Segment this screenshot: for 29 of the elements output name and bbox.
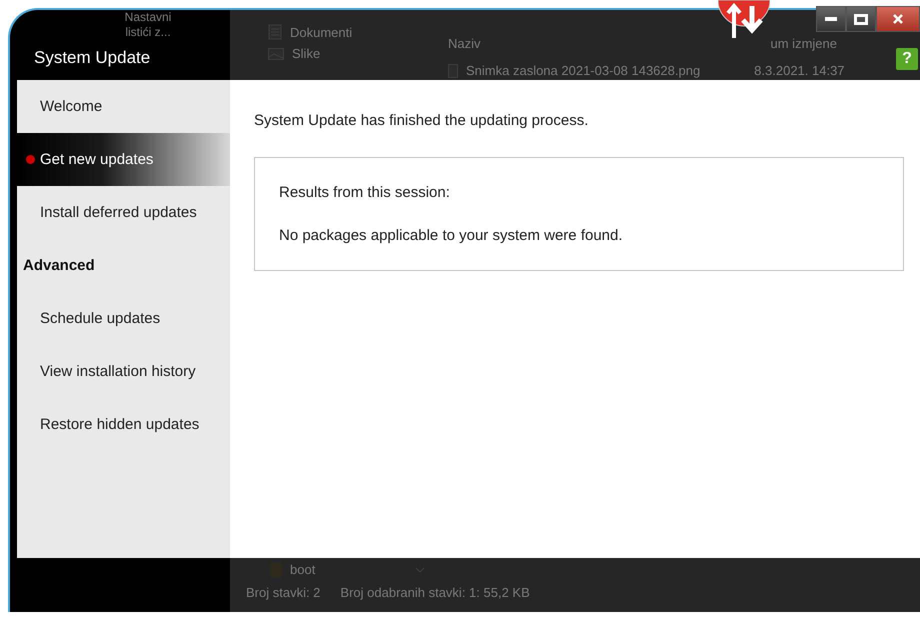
minimize-icon: [825, 17, 837, 21]
results-title: Results from this session:: [279, 184, 451, 201]
status-text: Broj stavki: 2: [246, 585, 320, 600]
file-name[interactable]: Snimka zaslona 2021-03-08 143628.png: [466, 63, 700, 78]
folder-label: Nastavni listići z...: [124, 10, 172, 40]
status-text: Broj odabranih stavki: 1: 55,2 KB: [340, 585, 530, 600]
sidebar-item[interactable]: Install deferred updates: [17, 186, 230, 239]
status-message: System Update has finished the updating process.: [254, 112, 590, 129]
section-header: Advanced: [22, 256, 96, 276]
sidebar-item[interactable]: Get new updates: [17, 133, 230, 186]
close-button[interactable]: [876, 6, 920, 32]
minimize-button[interactable]: [816, 6, 846, 32]
tree-item[interactable]: boot: [290, 562, 316, 577]
results-text: No packages applicable to your system were found.: [279, 227, 624, 244]
selection-dot-icon: [26, 155, 35, 164]
sidebar-item[interactable]: View installation history: [17, 345, 230, 398]
maximize-icon: [854, 14, 868, 24]
column-header[interactable]: um izmjene: [770, 36, 837, 51]
close-icon: [893, 14, 903, 24]
help-button[interactable]: ?: [896, 48, 918, 70]
window-title: System Update: [34, 48, 150, 68]
maximize-button[interactable]: [846, 6, 876, 32]
quick-access-item[interactable]: Dokumenti: [290, 24, 352, 40]
column-header[interactable]: Naziv: [448, 36, 481, 51]
file-date: 8.3.2021. 14:37: [754, 63, 845, 78]
sidebar-item[interactable]: Restore hidden updates: [17, 398, 230, 451]
quick-access-item[interactable]: Slike: [292, 46, 320, 61]
sidebar-item[interactable]: Schedule updates: [17, 292, 230, 345]
sidebar-item[interactable]: Welcome: [17, 80, 230, 133]
